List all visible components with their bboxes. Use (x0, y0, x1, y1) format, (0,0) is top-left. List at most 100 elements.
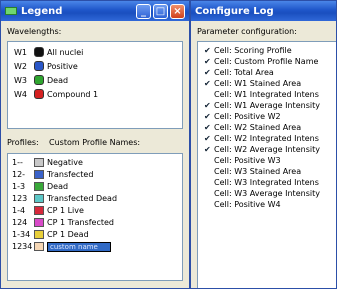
configure-log-window: Configure Log Parameter configuration: ✔… (190, 0, 337, 289)
legend-window-icon (5, 7, 17, 15)
profile-color-swatch[interactable] (34, 230, 44, 239)
profile-id: 1-4 (12, 206, 26, 215)
profile-color-swatch[interactable] (34, 218, 44, 227)
wavelength-name: All nuclei (47, 47, 84, 57)
parameter-name: Cell: W2 Integrated Intens (214, 134, 319, 143)
parameter-row[interactable]: Cell: W3 Average Intensity (204, 188, 320, 199)
profile-color-swatch[interactable] (34, 242, 44, 251)
parameter-name: Cell: W3 Average Intensity (214, 189, 320, 198)
checkmark-icon[interactable]: ✔ (204, 123, 214, 132)
profile-name[interactable]: CP 1 Dead (47, 230, 89, 239)
custom-profile-names-label: Custom Profile Names: (49, 138, 141, 147)
parameter-name: Cell: Custom Profile Name (214, 57, 319, 66)
parameter-row[interactable]: ✔ Cell: Positive W2 (204, 111, 281, 122)
profile-name[interactable]: Negative (47, 158, 83, 167)
wavelength-name: Dead (47, 75, 69, 85)
configure-log-titlebar[interactable]: Configure Log (191, 1, 336, 21)
parameter-name: Cell: Total Area (214, 68, 274, 77)
profile-row[interactable]: 12- Transfected (12, 169, 93, 180)
legend-window: Legend _ □ × Wavelengths: W1 All nuclei … (0, 0, 190, 289)
profile-id: 1234 (12, 242, 33, 251)
profiles-list[interactable]: 1-- Negative 12- Transfected 1-3 Dead 12… (7, 153, 183, 281)
wavelength-id: W2 (14, 61, 27, 71)
parameter-row[interactable]: ✔ Cell: Custom Profile Name (204, 56, 318, 67)
parameter-name: Cell: W2 Average Intensity (214, 145, 320, 154)
profile-color-swatch[interactable] (34, 206, 44, 215)
profile-id: 124 (12, 218, 28, 227)
wavelength-row[interactable]: W4 Compound 1 (14, 88, 98, 100)
checkmark-icon[interactable]: ✔ (204, 134, 214, 143)
wavelength-color-swatch[interactable] (34, 61, 44, 71)
custom-name-edit-field[interactable]: custom name (47, 241, 111, 252)
profile-id: 1-- (12, 158, 23, 167)
parameter-name: Cell: Positive W2 (214, 112, 281, 121)
checkmark-icon[interactable]: ✔ (204, 46, 214, 55)
checkmark-icon[interactable]: ✔ (204, 57, 214, 66)
parameter-row[interactable]: Cell: Positive W4 (204, 199, 281, 210)
wavelength-row[interactable]: W2 Positive (14, 60, 78, 72)
checkmark-icon[interactable]: ✔ (204, 79, 214, 88)
parameter-row[interactable]: ✔ Cell: W2 Average Intensity (204, 144, 320, 155)
parameter-row[interactable]: ✔ Cell: W1 Average Intensity (204, 100, 320, 111)
profile-color-swatch[interactable] (34, 158, 44, 167)
checkmark-icon[interactable]: ✔ (204, 112, 214, 121)
wavelength-row[interactable]: W3 Dead (14, 74, 68, 86)
profile-color-swatch[interactable] (34, 194, 44, 203)
parameter-name: Cell: W3 Integrated Intens (214, 178, 319, 187)
profile-name[interactable]: Dead (47, 182, 68, 191)
parameter-name: Cell: W1 Stained Area (214, 79, 302, 88)
profile-row[interactable]: 1234 custom name (12, 241, 111, 252)
parameter-row[interactable]: Cell: W3 Stained Area (204, 166, 301, 177)
parameter-list[interactable]: ✔ Cell: Scoring Profile ✔ Cell: Custom P… (197, 41, 336, 288)
minimize-icon[interactable]: _ (136, 3, 151, 19)
parameter-row[interactable]: Cell: W1 Integrated Intens (204, 89, 319, 100)
parameter-row[interactable]: ✔ Cell: W2 Integrated Intens (204, 133, 319, 144)
parameter-row[interactable]: ✔ Cell: Total Area (204, 67, 274, 78)
wavelength-name: Compound 1 (47, 89, 99, 99)
parameter-row[interactable]: Cell: W3 Integrated Intens (204, 177, 319, 188)
wavelengths-list[interactable]: W1 All nuclei W2 Positive W3 Dead W4 Com… (7, 41, 183, 129)
wavelength-id: W4 (14, 89, 27, 99)
parameter-row[interactable]: Cell: Positive W3 (204, 155, 281, 166)
wavelength-name: Positive (47, 61, 78, 71)
profile-row[interactable]: 1-3 Dead (12, 181, 68, 192)
profile-name[interactable]: Transfected (47, 170, 93, 179)
parameter-row[interactable]: ✔ Cell: Scoring Profile (204, 45, 292, 56)
checkmark-icon[interactable]: ✔ (204, 101, 214, 110)
wavelength-color-swatch[interactable] (34, 89, 44, 99)
profile-row[interactable]: 124 CP 1 Transfected (12, 217, 114, 228)
profile-id: 123 (12, 194, 28, 203)
wavelength-color-swatch[interactable] (34, 47, 44, 57)
profiles-label: Profiles: (7, 138, 39, 147)
profile-name[interactable]: Transfected Dead (47, 194, 117, 203)
profile-id: 1-3 (12, 182, 26, 191)
close-icon[interactable]: × (170, 3, 185, 19)
wavelengths-label: Wavelengths: (7, 27, 62, 36)
checkmark-icon[interactable]: ✔ (204, 68, 214, 77)
parameter-name: Cell: W1 Integrated Intens (214, 90, 319, 99)
profile-row[interactable]: 1-34 CP 1 Dead (12, 229, 89, 240)
wavelength-row[interactable]: W1 All nuclei (14, 46, 83, 58)
parameter-name: Cell: Positive W4 (214, 200, 281, 209)
wavelength-id: W1 (14, 47, 27, 57)
maximize-icon[interactable]: □ (153, 3, 168, 19)
parameter-name: Cell: W1 Average Intensity (214, 101, 320, 110)
wavelength-color-swatch[interactable] (34, 75, 44, 85)
parameter-name: Cell: W2 Stained Area (214, 123, 302, 132)
legend-titlebar[interactable]: Legend _ □ × (1, 1, 189, 21)
parameter-name: Cell: Scoring Profile (214, 46, 292, 55)
profile-color-swatch[interactable] (34, 170, 44, 179)
parameter-configuration-label: Parameter configuration: (197, 27, 297, 36)
parameter-row[interactable]: ✔ Cell: W2 Stained Area (204, 122, 301, 133)
checkmark-icon[interactable]: ✔ (204, 145, 214, 154)
parameter-name: Cell: W3 Stained Area (214, 167, 302, 176)
wavelength-id: W3 (14, 75, 27, 85)
profile-row[interactable]: 123 Transfected Dead (12, 193, 117, 204)
profile-color-swatch[interactable] (34, 182, 44, 191)
profile-row[interactable]: 1-4 CP 1 Live (12, 205, 84, 216)
profile-id: 1-34 (12, 230, 31, 239)
profile-name[interactable]: CP 1 Live (47, 206, 84, 215)
parameter-row[interactable]: ✔ Cell: W1 Stained Area (204, 78, 301, 89)
profile-name[interactable]: CP 1 Transfected (47, 218, 114, 227)
profile-row[interactable]: 1-- Negative (12, 157, 83, 168)
